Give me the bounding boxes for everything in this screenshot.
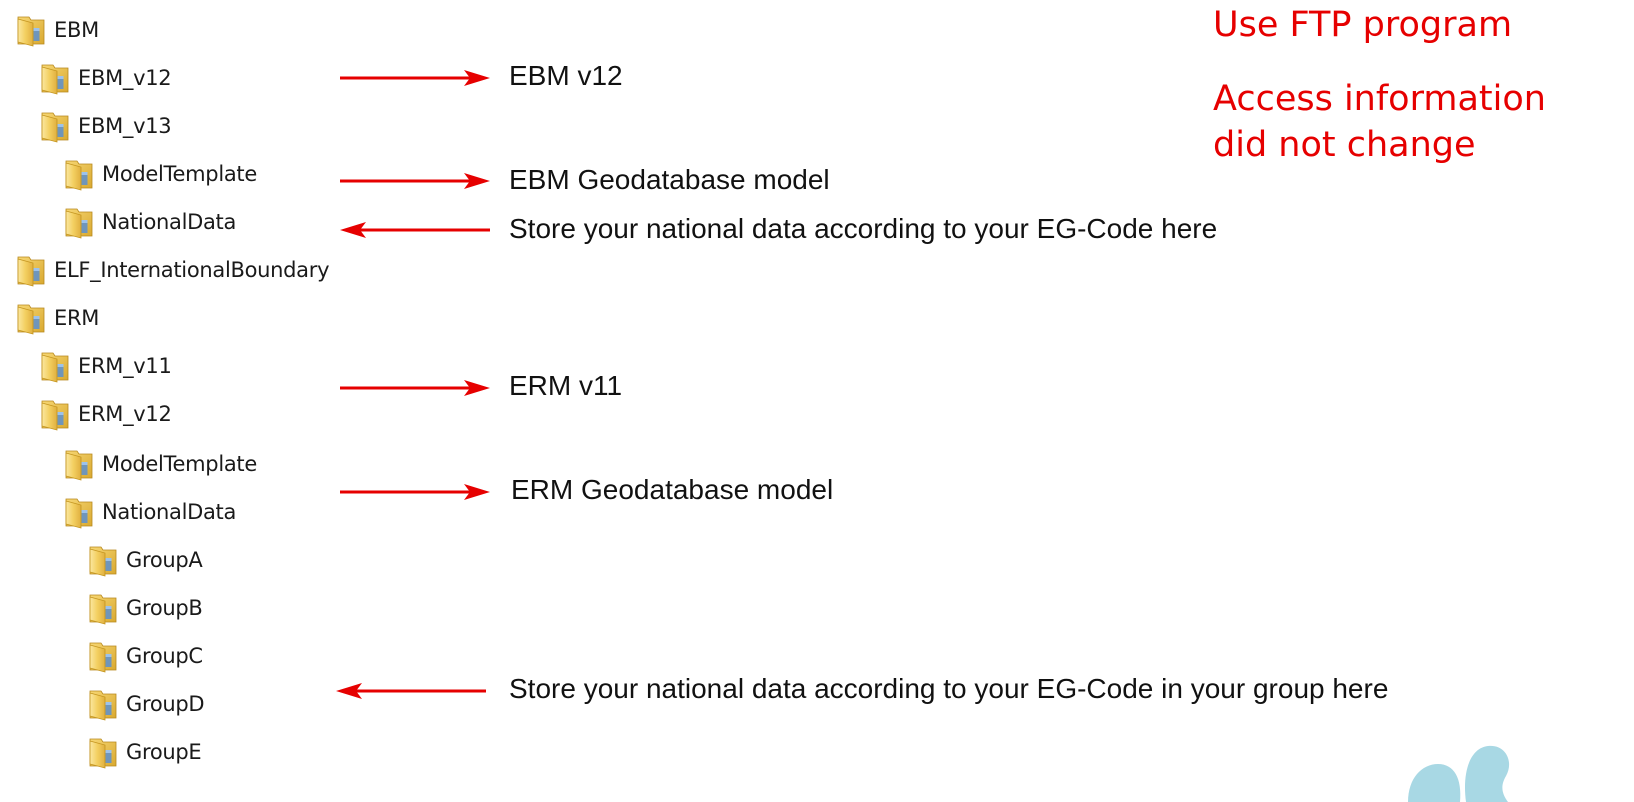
annotation-ebm-v12: EBM v12 (509, 60, 623, 91)
arrow-right-icon (340, 380, 490, 396)
folder-icon (38, 349, 72, 383)
annotation-ebm-store-national-data: Store your national data according to yo… (509, 213, 1218, 244)
note-did-not-change: did not change (1213, 125, 1476, 165)
annotation-erm-geodatabase-model: ERM Geodatabase model (511, 474, 834, 505)
folder-icon (86, 735, 120, 769)
folder-item-ebm-v12[interactable]: EBM_v12 (38, 58, 172, 98)
folder-item-groupc[interactable]: GroupC (86, 636, 203, 676)
annotation-erm-store-national-data-group: Store your national data according to yo… (509, 673, 1389, 704)
folder-label: ModelTemplate (102, 162, 257, 186)
folder-label: ModelTemplate (102, 452, 257, 476)
folder-icon (14, 253, 48, 287)
arrow-right-icon (340, 173, 490, 189)
folder-label: EBM_v12 (78, 66, 172, 90)
folder-icon (86, 687, 120, 721)
folder-item-erm-nationaldata[interactable]: NationalData (62, 492, 236, 532)
folder-item-ebm[interactable]: EBM (14, 10, 99, 50)
folder-label: EBM (54, 18, 99, 42)
folder-item-ebm-modeltemplate[interactable]: ModelTemplate (62, 154, 257, 194)
folder-label: ERM (54, 306, 100, 330)
folder-label: GroupA (126, 548, 203, 572)
folder-label: ELF_InternationalBoundary (54, 258, 330, 282)
folder-item-elf-internationalboundary[interactable]: ELF_InternationalBoundary (14, 250, 330, 290)
folder-item-groupb[interactable]: GroupB (86, 588, 203, 628)
arrow-right-icon (340, 484, 490, 500)
folder-label: GroupD (126, 692, 205, 716)
folder-icon (86, 591, 120, 625)
folder-item-groupa[interactable]: GroupA (86, 540, 203, 580)
folder-icon (38, 397, 72, 431)
folder-item-groupe[interactable]: GroupE (86, 732, 202, 772)
folder-label: NationalData (102, 210, 237, 234)
annotation-ebm-geodatabase-model: EBM Geodatabase model (509, 164, 830, 195)
folder-icon (38, 109, 72, 143)
arrow-left-icon (336, 683, 486, 699)
folder-item-erm[interactable]: ERM (14, 298, 99, 338)
folder-icon (86, 639, 120, 673)
arrow-right-icon (340, 70, 490, 86)
decorative-shape-icon (1408, 745, 1510, 802)
folder-label: ERM_v11 (78, 354, 172, 378)
folder-label: ERM_v12 (78, 402, 172, 426)
folder-item-erm-modeltemplate[interactable]: ModelTemplate (62, 444, 257, 484)
folder-icon (14, 13, 48, 47)
folder-item-erm-v11[interactable]: ERM_v11 (38, 346, 172, 386)
folder-label: EBM_v13 (78, 114, 172, 138)
folder-item-ebm-v13[interactable]: EBM_v13 (38, 106, 172, 146)
folder-item-erm-v12[interactable]: ERM_v12 (38, 394, 172, 434)
folder-icon (62, 495, 96, 529)
folder-icon (62, 447, 96, 481)
note-access-information: Access information (1213, 79, 1546, 119)
arrow-left-icon (340, 222, 490, 238)
folder-icon (38, 61, 72, 95)
folder-item-groupd[interactable]: GroupD (86, 684, 205, 724)
folder-icon (86, 543, 120, 577)
folder-label: NationalData (102, 500, 237, 524)
note-use-ftp-program: Use FTP program (1213, 5, 1513, 45)
folder-icon (62, 205, 96, 239)
folder-item-ebm-nationaldata[interactable]: NationalData (62, 202, 236, 242)
folder-icon (62, 157, 96, 191)
annotation-erm-v11: ERM v11 (509, 370, 623, 401)
folder-label: GroupC (126, 644, 203, 668)
folder-label: GroupE (126, 740, 202, 764)
folder-label: GroupB (126, 596, 203, 620)
folder-icon (14, 301, 48, 335)
